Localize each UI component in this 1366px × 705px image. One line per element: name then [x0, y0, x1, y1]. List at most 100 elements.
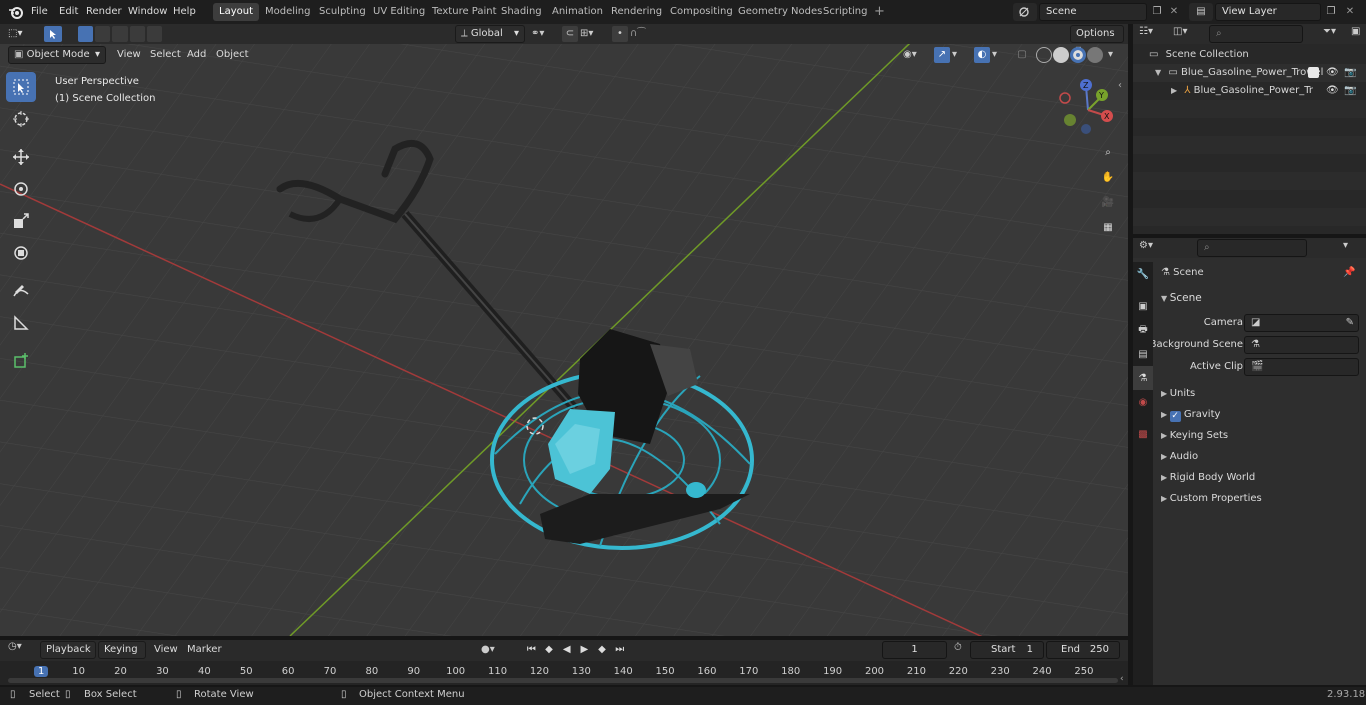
units-section[interactable]: ▶ Units: [1161, 383, 1361, 404]
xray-toggle-icon[interactable]: ▢: [1014, 47, 1030, 63]
chevron-down-icon[interactable]: ▾: [952, 47, 964, 63]
record-keyframe-icon[interactable]: ●▾: [481, 642, 513, 658]
menu-view[interactable]: View: [150, 641, 182, 659]
rotate-tool-icon[interactable]: [6, 174, 36, 204]
timeline-scrollbar[interactable]: [8, 678, 1118, 683]
stopwatch-icon[interactable]: ⏱: [954, 642, 962, 653]
scale-tool-icon[interactable]: [6, 206, 36, 236]
menu-file[interactable]: File: [27, 3, 52, 21]
current-frame-field[interactable]: 1: [882, 641, 947, 659]
expand-arrow-icon[interactable]: ▼: [1155, 68, 1161, 77]
sidebar-toggle-icon[interactable]: ‹: [1118, 80, 1122, 91]
output-tab-icon[interactable]: 🖶: [1133, 318, 1153, 342]
camera-field[interactable]: ◪ ✎: [1244, 314, 1359, 332]
scene-copy-icon[interactable]: ❐: [1149, 3, 1165, 21]
eye-icon[interactable]: 👁: [1326, 82, 1339, 100]
start-frame-field[interactable]: Start 1: [970, 641, 1044, 659]
properties-editor-type-icon[interactable]: ⚙▾: [1139, 240, 1153, 251]
properties-search-input[interactable]: ⌕: [1197, 239, 1307, 257]
next-keyframe-icon[interactable]: ◆: [594, 642, 611, 658]
overlay-toggle-icon[interactable]: ◐: [974, 47, 990, 63]
outliner-item[interactable]: ▶ ⅄ Blue_Gasoline_Power_Tr 👁 📷: [1133, 82, 1366, 100]
view-layer-close-icon[interactable]: ✕: [1343, 3, 1357, 21]
3d-viewport[interactable]: ⬚▾ ⟂ Global▾ ⚭▾ ⊂ ⊞▾ • ∩⁀ Options ▾ ▣ Ob…: [0, 24, 1128, 636]
transform-orientation-dropdown[interactable]: ⟂ Global ▾: [455, 25, 525, 43]
jump-end-icon[interactable]: ⏭: [611, 642, 628, 658]
menu-render[interactable]: Render: [82, 3, 126, 21]
scene-panel-header[interactable]: ▼ Scene: [1161, 288, 1361, 309]
view-layer-browse-icon[interactable]: ▤: [1189, 3, 1213, 21]
render-tab-icon[interactable]: ▣: [1133, 294, 1153, 318]
exclude-checkbox[interactable]: [1308, 67, 1319, 78]
new-collection-icon[interactable]: ▣: [1351, 26, 1360, 37]
tab-texture-paint[interactable]: Texture Paint: [426, 3, 503, 21]
menu-select[interactable]: Select: [146, 46, 185, 64]
select-intersect-icon[interactable]: [146, 26, 163, 42]
custom-properties-section[interactable]: ▶ Custom Properties: [1161, 488, 1361, 509]
select-tool-mode-icon[interactable]: [44, 26, 62, 42]
tab-scripting[interactable]: Scripting: [817, 3, 873, 21]
power-trowel-model[interactable]: [0, 24, 1128, 636]
rigid-body-world-section[interactable]: ▶ Rigid Body World: [1161, 467, 1361, 488]
scene-close-icon[interactable]: ✕: [1167, 3, 1181, 21]
select-new-icon[interactable]: [78, 26, 94, 42]
select-box-tool-icon[interactable]: [6, 72, 36, 102]
outliner-editor-type-icon[interactable]: ☷▾: [1139, 26, 1153, 37]
gizmo-toggle-icon[interactable]: ↗: [934, 47, 950, 63]
chevron-down-icon[interactable]: ▾: [992, 47, 1004, 63]
menu-object[interactable]: Object: [212, 46, 253, 64]
tab-sculpting[interactable]: Sculpting: [313, 3, 372, 21]
select-extend-icon[interactable]: [95, 26, 111, 42]
select-invert-icon[interactable]: [129, 26, 145, 42]
tab-uv-editing[interactable]: UV Editing: [367, 3, 431, 21]
scene-name-field[interactable]: Scene: [1039, 3, 1147, 21]
background-scene-field[interactable]: ⚗: [1244, 336, 1359, 354]
gravity-section[interactable]: ▶ ✓ Gravity: [1161, 404, 1361, 425]
scene-browse-icon[interactable]: [1013, 3, 1037, 21]
prev-keyframe-icon[interactable]: ◆: [541, 642, 558, 658]
pivot-point-icon[interactable]: ⚭▾: [531, 26, 559, 42]
editor-type-icon[interactable]: ⬚▾: [8, 25, 36, 43]
keying-menu[interactable]: Keying ▾: [98, 641, 146, 671]
chevron-down-icon[interactable]: ▾: [1108, 47, 1120, 63]
falloff-icon[interactable]: ∩⁀: [630, 26, 654, 42]
timeline-editor-type-icon[interactable]: ◷▾: [8, 641, 22, 652]
add-workspace-button[interactable]: +: [868, 3, 891, 21]
expand-arrow-icon[interactable]: ▶: [1171, 86, 1177, 95]
menu-view[interactable]: View: [113, 46, 145, 64]
menu-window[interactable]: Window: [124, 3, 171, 21]
view-layer-tab-icon[interactable]: ▤: [1133, 342, 1153, 366]
proportional-edit-icon[interactable]: •: [612, 26, 628, 42]
pin-icon[interactable]: 📌: [1343, 264, 1355, 282]
scene-tab-icon[interactable]: ⚗: [1133, 366, 1153, 390]
cursor-tool-icon[interactable]: [6, 104, 36, 134]
menu-help[interactable]: Help: [169, 3, 200, 21]
play-reverse-icon[interactable]: ◀: [558, 642, 575, 658]
tab-animation[interactable]: Animation: [546, 3, 609, 21]
material-shading-icon[interactable]: [1070, 47, 1086, 63]
world-tab-icon[interactable]: ◉: [1133, 390, 1153, 414]
rendered-shading-icon[interactable]: [1087, 47, 1103, 63]
tab-rendering[interactable]: Rendering: [605, 3, 668, 21]
filter-icon[interactable]: ⏷▾: [1323, 26, 1336, 37]
tab-layout[interactable]: Layout: [213, 3, 259, 21]
end-frame-field[interactable]: End 250: [1046, 641, 1120, 659]
snap-icon[interactable]: ⊂: [562, 26, 578, 42]
add-cube-tool-icon[interactable]: [6, 346, 36, 376]
move-tool-icon[interactable]: [6, 142, 36, 172]
menu-edit[interactable]: Edit: [55, 3, 82, 21]
view-layer-copy-icon[interactable]: ❐: [1323, 3, 1339, 21]
render-camera-icon[interactable]: 📷: [1344, 82, 1356, 100]
jump-start-icon[interactable]: ⏮: [523, 642, 540, 658]
wireframe-shading-icon[interactable]: [1036, 47, 1052, 63]
outliner-item[interactable]: ▼ ▭ Blue_Gasoline_Power_Trowel 👁 📷: [1133, 64, 1366, 82]
blender-logo-icon[interactable]: [8, 4, 24, 20]
mode-dropdown[interactable]: ▣ Object Mode ▾: [8, 46, 106, 64]
navigation-gizmo[interactable]: Z Y X: [1055, 74, 1125, 144]
outliner-root-row[interactable]: ▭ Scene Collection: [1133, 46, 1366, 64]
play-icon[interactable]: ▶: [576, 642, 593, 658]
view-layer-field[interactable]: View Layer: [1215, 3, 1321, 21]
menu-marker[interactable]: Marker: [183, 641, 226, 659]
pan-hand-icon[interactable]: ✋: [1097, 166, 1119, 188]
render-camera-icon[interactable]: 📷: [1344, 64, 1356, 82]
